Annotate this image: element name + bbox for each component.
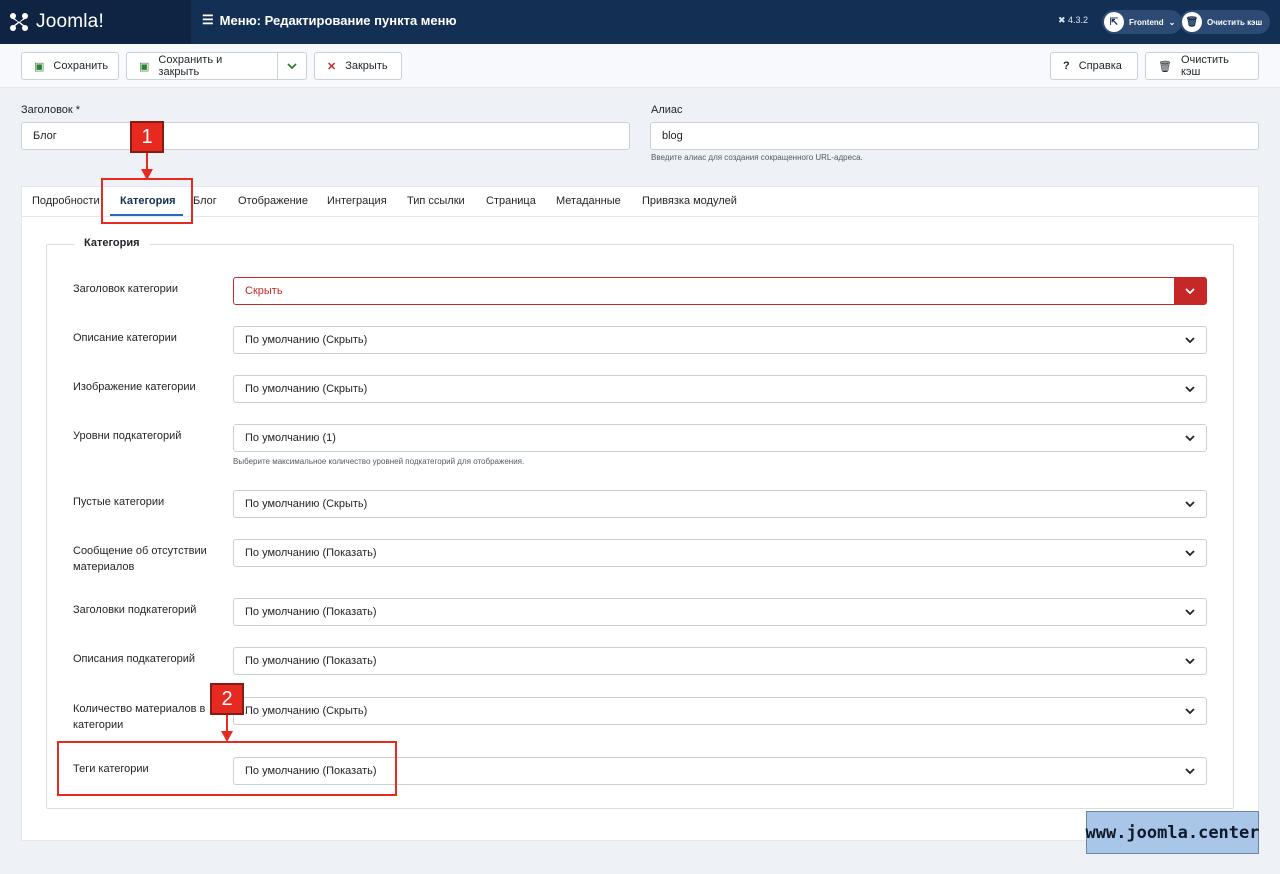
annotation-arrow-2 <box>221 715 233 742</box>
tab-page[interactable]: Страница <box>486 195 536 207</box>
alias-input[interactable]: blog <box>650 122 1259 150</box>
save-close-button[interactable]: ▣ Сохранить и закрыть <box>126 52 278 80</box>
select-no-articles-message[interactable]: По умолчанию (Показать) <box>233 539 1207 567</box>
title-input[interactable]: Блог <box>21 122 630 150</box>
alias-hint: Введите алиас для создания сокращенного … <box>651 153 863 162</box>
select-empty-categories[interactable]: По умолчанию (Скрыть) <box>233 490 1207 518</box>
chevron-down-icon <box>1174 278 1206 304</box>
tab-metadata[interactable]: Метаданные <box>556 195 621 207</box>
chevron-down-icon <box>1174 376 1206 402</box>
watermark: www.joomla.center <box>1086 811 1260 854</box>
field-label-subcategory-descriptions: Описания подкатегорий <box>73 653 196 665</box>
select-category-image[interactable]: По умолчанию (Скрыть) <box>233 375 1207 403</box>
chevron-down-icon <box>1174 758 1206 784</box>
field-label-articles-count: Количество материалов в категории <box>73 703 206 731</box>
field-label-category-title: Заголовок категории <box>73 283 179 295</box>
close-button[interactable]: ✕ Закрыть <box>314 52 402 80</box>
select-category-description[interactable]: По умолчанию (Скрыть) <box>233 326 1207 354</box>
select-category-title[interactable]: Скрыть <box>233 277 1207 305</box>
question-icon: ? <box>1063 60 1070 72</box>
toolbar: ▣ Сохранить ▣ Сохранить и закрыть ✕ Закр… <box>0 44 1280 88</box>
highlight-category-tags <box>57 741 397 796</box>
close-icon: ✕ <box>327 60 337 73</box>
select-subcategory-descriptions[interactable]: По умолчанию (Показать) <box>233 647 1207 675</box>
header-clear-cache-button[interactable]: 🗑 Очистить кэш <box>1180 10 1271 34</box>
chevron-down-icon <box>1174 425 1206 451</box>
alias-label: Алиас <box>651 104 683 116</box>
field-label-subcategory-levels: Уровни подкатегорий <box>73 430 182 442</box>
tab-link-type[interactable]: Тип ссылки <box>407 195 465 207</box>
chevron-down-icon <box>1174 540 1206 566</box>
tab-details[interactable]: Подробности <box>32 195 100 207</box>
joomla-logo-icon <box>10 13 28 31</box>
field-label-category-image: Изображение категории <box>73 381 196 393</box>
field-label-category-description: Описание категории <box>73 332 177 344</box>
trash-icon: 🗑 <box>1158 60 1172 73</box>
select-subcategory-titles[interactable]: По умолчанию (Показать) <box>233 598 1207 626</box>
save-button[interactable]: ▣ Сохранить <box>21 52 119 80</box>
frontend-button[interactable]: ⇱ Frontend ⌄ <box>1102 10 1183 34</box>
select-subcategory-levels[interactable]: По умолчанию (1) <box>233 424 1207 452</box>
brand-name: Joomla! <box>36 11 104 32</box>
save-icon: ▣ <box>34 60 45 73</box>
chevron-down-icon <box>287 63 297 69</box>
tab-display[interactable]: Отображение <box>238 195 308 207</box>
chevron-down-icon <box>1174 648 1206 674</box>
annotation-marker-1: 1 <box>130 121 164 153</box>
chevron-down-icon <box>1174 327 1206 353</box>
field-label-no-articles-message: Сообщение об отсутствии материалов <box>73 545 207 573</box>
help-button[interactable]: ? Справка <box>1050 52 1138 80</box>
annotation-marker-2: 2 <box>210 683 244 715</box>
subcategory-levels-hint: Выберите максимальное количество уровней… <box>233 457 525 466</box>
joomla-logo[interactable]: Joomla! <box>0 0 191 44</box>
chevron-down-icon: ⌄ <box>1168 17 1176 27</box>
chevron-down-icon <box>1174 599 1206 625</box>
tab-blog[interactable]: Блог <box>193 195 217 207</box>
chevron-down-icon <box>1174 491 1206 517</box>
field-label-subcategory-titles: Заголовки подкатегорий <box>73 604 197 616</box>
external-link-icon: ⇱ <box>1104 12 1124 32</box>
fieldset-legend: Категория <box>74 237 150 249</box>
page-title: ☰ Меню: Редактирование пункта меню <box>202 12 457 28</box>
annotation-arrow-1 <box>141 153 153 180</box>
trash-icon: 🗑 <box>1182 12 1202 32</box>
save-dropdown-toggle[interactable] <box>277 52 307 80</box>
tab-module-assignment[interactable]: Привязка модулей <box>642 195 737 207</box>
menu-list-icon: ☰ <box>202 12 214 27</box>
chevron-down-icon <box>1174 698 1206 724</box>
highlight-category-tab <box>101 178 193 224</box>
version-label: ✖ 4.3.2 <box>1058 15 1089 25</box>
save-icon: ▣ <box>139 60 150 73</box>
select-articles-count[interactable]: По умолчанию (Скрыть) <box>233 697 1207 725</box>
title-label: Заголовок * <box>21 104 81 116</box>
clear-cache-button[interactable]: 🗑 Очистить кэш <box>1145 52 1259 80</box>
top-header: Joomla! ☰ Меню: Редактирование пункта ме… <box>0 0 1280 44</box>
tab-integration[interactable]: Интеграция <box>327 195 387 207</box>
field-label-empty-categories: Пустые категории <box>73 496 165 508</box>
